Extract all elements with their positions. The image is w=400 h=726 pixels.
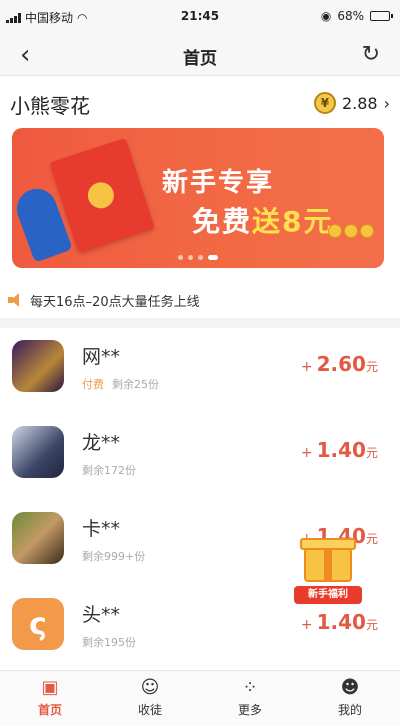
battery-percent: 68% — [337, 9, 364, 23]
task-remaining: 剩余195份 — [82, 636, 136, 649]
battery-icon — [370, 11, 393, 21]
reward-amount: 1.40 — [316, 610, 366, 634]
page-title: 首页 — [183, 49, 217, 69]
refresh-icon[interactable]: ↻ — [362, 42, 380, 67]
paid-tag: 付费 — [82, 378, 104, 391]
banner-subline-highlight: 送8元 — [252, 205, 334, 238]
task-reward: +2.60元 — [301, 352, 378, 376]
carousel-dot[interactable] — [198, 255, 203, 260]
section-divider — [0, 318, 400, 328]
carousel-dot[interactable] — [178, 255, 183, 260]
balance-button[interactable]: ¥ 2.88 › — [313, 92, 390, 114]
reward-amount: 1.40 — [316, 438, 366, 462]
chevron-right-icon: › — [383, 93, 390, 113]
tab-profile[interactable]: ☻ 我的 — [300, 671, 400, 726]
banner-subline-prefix: 免费 — [192, 205, 253, 238]
rotation-lock-icon: ◉ — [320, 9, 332, 23]
tab-label: 收徒 — [137, 703, 162, 717]
tab-label: 首页 — [37, 703, 62, 717]
reward-plus: + — [300, 359, 313, 375]
task-reward: +1.40元 — [301, 610, 378, 634]
more-icon: ⁘ — [242, 677, 258, 698]
squirrel-app-icon: ς — [12, 598, 64, 650]
task-meta: 剩余999+份 — [82, 548, 145, 564]
task-title: 卡** — [82, 518, 121, 540]
status-right: ◉ 68% — [320, 9, 393, 23]
task-remaining: 剩余172份 — [82, 464, 136, 477]
task-title: 头** — [82, 604, 121, 626]
carousel-indicator[interactable] — [12, 255, 384, 260]
home-icon: ▣ — [41, 677, 59, 698]
task-item[interactable]: 网** 付费 剩余25份 +2.60元 — [0, 328, 400, 414]
task-title: 龙** — [82, 432, 121, 454]
game-app-icon — [12, 426, 64, 478]
task-reward: +1.40元 — [301, 438, 378, 462]
speaker-icon — [8, 293, 24, 307]
task-item[interactable]: 龙** 剩余172份 +1.40元 — [0, 414, 400, 500]
tab-bar: ▣ 首页 ☺ 收徒 ⁘ 更多 ☻ 我的 — [0, 670, 400, 726]
gift-box-icon — [304, 548, 352, 582]
reward-unit: 元 — [365, 618, 378, 632]
carousel-dot[interactable] — [208, 255, 218, 260]
balance-value: 2.88 — [341, 93, 378, 113]
tab-home[interactable]: ▣ 首页 — [0, 671, 100, 726]
task-remaining: 剩余999+份 — [82, 550, 146, 563]
task-remaining: 剩余25份 — [112, 378, 159, 391]
game-app-icon — [12, 340, 64, 392]
reward-plus: + — [300, 445, 313, 461]
disciple-icon: ☺ — [140, 677, 160, 698]
game-app-icon — [12, 512, 64, 564]
banner-headline: 新手专享 — [162, 168, 275, 198]
tab-label: 我的 — [337, 703, 362, 717]
gift-label: 新手福利 — [294, 586, 362, 604]
notice-text: 每天16点–20点大量任务上线 — [30, 294, 200, 310]
carousel-dot[interactable] — [188, 255, 193, 260]
banner-subline: 免费送8元 — [192, 200, 334, 240]
notice-bar: 每天16点–20点大量任务上线 — [0, 282, 400, 318]
reward-unit: 元 — [365, 446, 378, 460]
tab-disciple[interactable]: ☺ 收徒 — [100, 671, 200, 726]
user-name: 小熊零花 — [10, 94, 90, 118]
promo-banner[interactable]: 新手专享 免费送8元 — [12, 128, 384, 268]
task-meta: 剩余195份 — [82, 634, 136, 650]
status-bar: 中国移动 ◠ 21:45 ◉ 68% — [0, 0, 400, 34]
task-title: 网** — [82, 346, 121, 368]
nav-bar: ‹ 首页 ↻ — [0, 34, 400, 76]
reward-unit: 元 — [365, 532, 378, 546]
profile-icon: ☻ — [340, 677, 360, 698]
newbie-gift-button[interactable]: 新手福利 — [290, 514, 366, 608]
coin-icon: ¥ — [313, 92, 336, 114]
tab-more[interactable]: ⁘ 更多 — [200, 671, 300, 726]
tab-label: 更多 — [237, 703, 262, 717]
task-meta: 付费 剩余25份 — [82, 376, 159, 392]
task-meta: 剩余172份 — [82, 462, 136, 478]
user-row: 小熊零花 ¥ 2.88 › — [0, 76, 400, 128]
reward-amount: 2.60 — [316, 352, 366, 376]
reward-unit: 元 — [365, 360, 378, 374]
reward-plus: + — [300, 617, 313, 633]
coins-illustration — [328, 224, 374, 238]
